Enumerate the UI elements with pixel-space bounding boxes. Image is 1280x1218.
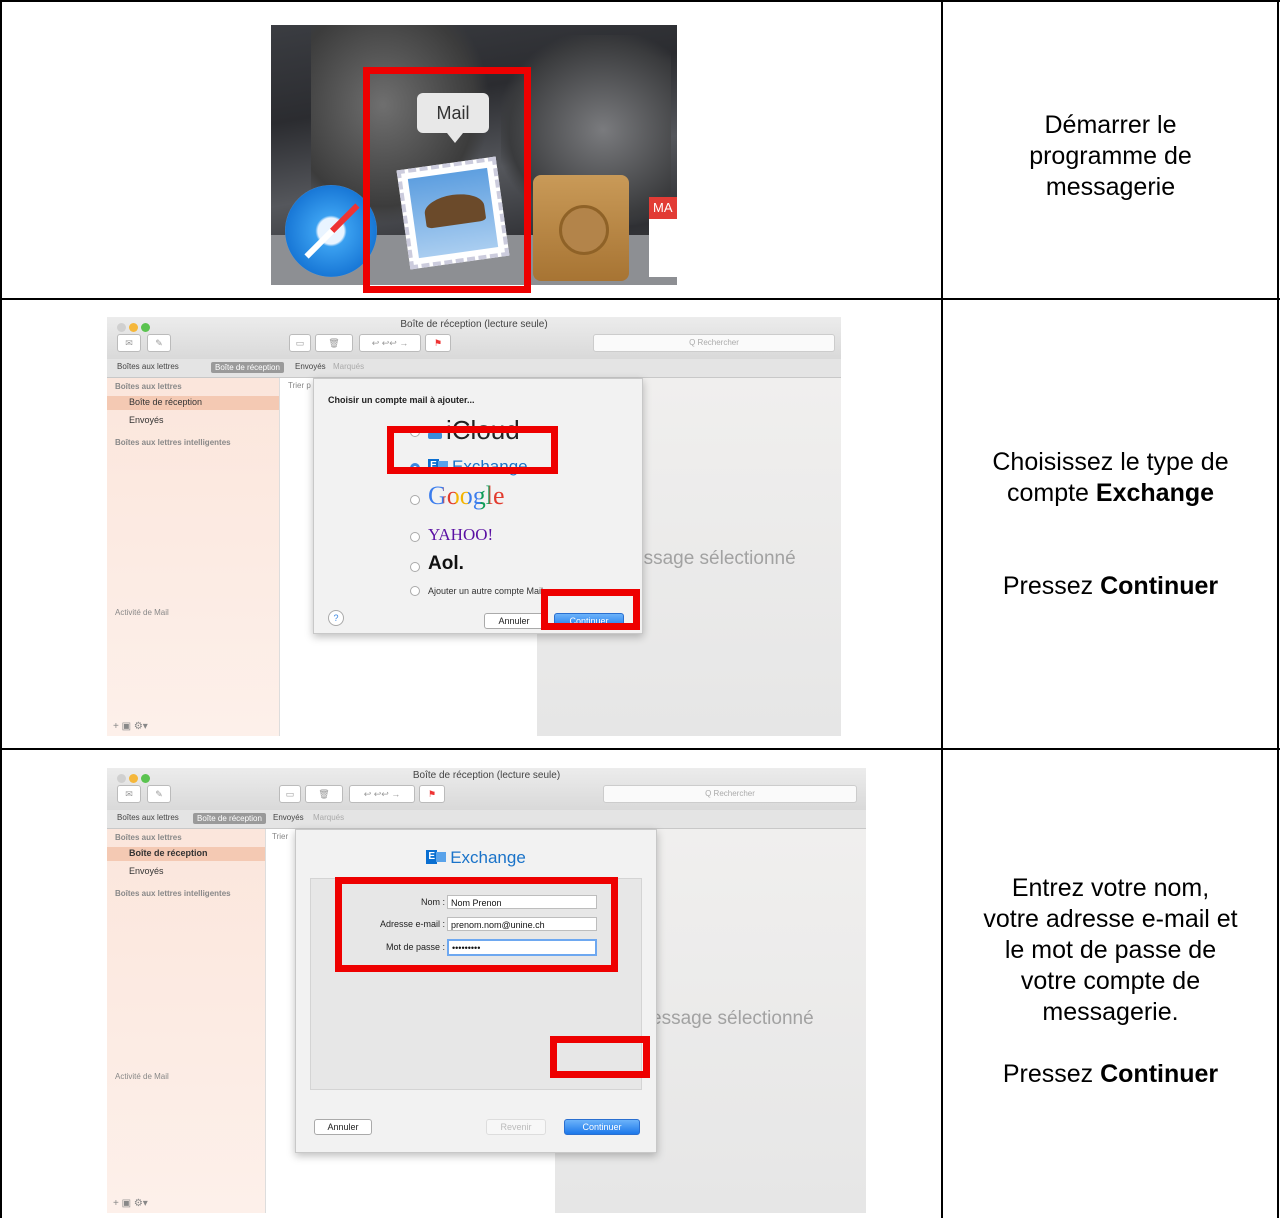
mailbox-sidebar: Boîtes aux lettres Boîte de réception En… xyxy=(107,378,279,736)
highlight-mail-icon xyxy=(363,67,531,293)
flag-button[interactable]: ⚑ xyxy=(425,334,451,352)
exchange-heading: E Exchange xyxy=(296,848,656,868)
continue-button[interactable]: Continuer xyxy=(564,1119,640,1135)
choose-account-screenshot: Boîte de réception (lecture seule) ✉ ✎ ▭… xyxy=(107,317,841,736)
favorites-bar: Boîtes aux lettres Boîte de réception En… xyxy=(107,359,841,378)
calendar-icon[interactable]: MA xyxy=(649,197,677,277)
no-message-label: essage sélectionné xyxy=(651,1008,814,1029)
chooser-prompt: Choisir un compte mail à ajouter... xyxy=(328,395,475,405)
archive-button[interactable]: ▭ xyxy=(279,785,301,803)
sidebar-item-sent[interactable]: Envoyés xyxy=(107,414,279,428)
window-titlebar: Boîte de réception (lecture seule) ✉ ✎ ▭… xyxy=(107,317,841,360)
provider-other[interactable]: Ajouter un autre compte Mail... xyxy=(428,586,551,596)
fav-mailboxes[interactable]: Boîtes aux lettres xyxy=(117,813,179,822)
table-row-divider-1 xyxy=(0,298,1280,300)
reply-button[interactable]: ↩ ↩↩ → xyxy=(359,334,421,352)
search-input[interactable]: Q Rechercher xyxy=(603,785,857,803)
window-titlebar: Boîte de réception (lecture seule) ✉ ✎ ▭… xyxy=(107,768,866,811)
highlight-credentials-fields xyxy=(335,877,618,972)
fav-sent[interactable]: Envoyés xyxy=(295,362,326,371)
compose-button[interactable]: ✎ xyxy=(147,334,171,352)
fav-inbox[interactable]: Boîte de réception xyxy=(193,813,266,824)
flag-button[interactable]: ⚑ xyxy=(419,785,445,803)
cancel-button[interactable]: Annuler xyxy=(484,613,544,629)
delete-button[interactable]: 🗑 xyxy=(315,334,353,352)
fav-inbox[interactable]: Boîte de réception xyxy=(211,362,284,373)
sidebar-actions[interactable]: + ▣ ⚙▾ xyxy=(113,1198,148,1209)
help-icon[interactable]: ? xyxy=(328,610,344,626)
fav-flagged[interactable]: Marqués xyxy=(313,813,344,822)
table-border-left xyxy=(0,0,2,1218)
back-button[interactable]: Revenir xyxy=(486,1119,546,1135)
sidebar-item-sent[interactable]: Envoyés xyxy=(107,865,265,879)
provider-aol[interactable]: Aol. xyxy=(428,553,464,575)
get-mail-button[interactable]: ✉ xyxy=(117,334,141,352)
window-title: Boîte de réception (lecture seule) xyxy=(412,770,561,781)
radio-yahoo[interactable] xyxy=(410,532,420,542)
instruction-step-1: Démarrer le programme de messagerie xyxy=(1029,111,1192,201)
provider-google[interactable]: Google xyxy=(428,481,505,511)
delete-button[interactable]: 🗑 xyxy=(305,785,343,803)
sidebar-item-inbox[interactable]: Boîte de réception xyxy=(107,396,279,410)
highlight-exchange-option xyxy=(387,426,558,474)
cancel-button[interactable]: Annuler xyxy=(314,1119,372,1135)
fav-sent[interactable]: Envoyés xyxy=(273,813,304,822)
search-input[interactable]: Q Rechercher xyxy=(593,334,835,352)
exchange-credentials-screenshot: Boîte de réception (lecture seule) ✉ ✎ ▭… xyxy=(107,768,866,1213)
highlight-continue-button xyxy=(550,1036,650,1078)
reply-button[interactable]: ↩ ↩↩ → xyxy=(349,785,415,803)
fav-flagged[interactable]: Marqués xyxy=(333,362,364,371)
exchange-logo-icon: E xyxy=(426,849,447,865)
instruction-step-2: Choisissez le type de compte Exchange Pr… xyxy=(992,448,1229,600)
favorites-bar: Boîtes aux lettres Boîte de réception En… xyxy=(107,810,866,829)
contacts-icon[interactable] xyxy=(533,175,629,281)
table-row-divider-2 xyxy=(0,748,1280,750)
mailbox-sidebar: Boîtes aux lettres Boîte de réception En… xyxy=(107,829,265,1213)
radio-other[interactable] xyxy=(410,586,420,596)
highlight-continue-button xyxy=(541,589,640,630)
no-message-label: essage sélectionné xyxy=(633,548,796,569)
radio-google[interactable] xyxy=(410,495,420,505)
sidebar-actions[interactable]: + ▣ ⚙▾ xyxy=(113,721,148,732)
instruction-step-3: Entrez votre nom, votre adresse e-mail e… xyxy=(983,874,1238,1088)
compose-button[interactable]: ✎ xyxy=(147,785,171,803)
sidebar-item-inbox[interactable]: Boîte de réception xyxy=(107,847,265,861)
get-mail-button[interactable]: ✉ xyxy=(117,785,141,803)
fav-mailboxes[interactable]: Boîtes aux lettres xyxy=(117,362,179,371)
window-title: Boîte de réception (lecture seule) xyxy=(400,319,548,330)
radio-aol[interactable] xyxy=(410,562,420,572)
table-border-top xyxy=(0,0,1280,2)
provider-yahoo[interactable]: YAHOO! xyxy=(428,525,493,545)
archive-button[interactable]: ▭ xyxy=(289,334,311,352)
